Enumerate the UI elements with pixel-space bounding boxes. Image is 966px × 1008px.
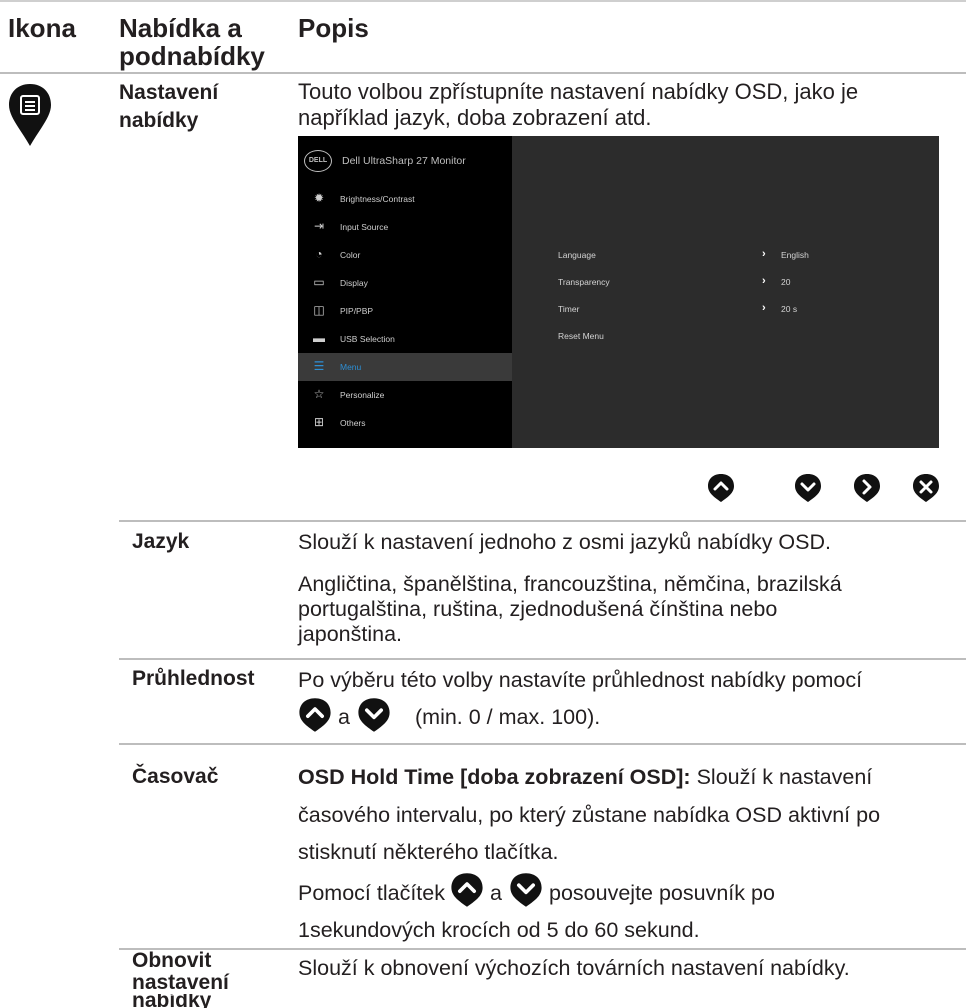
- row-term-obnovit-line1: Obnovit: [132, 949, 212, 972]
- row-term-obnovit-line2: nastavení: [132, 971, 229, 994]
- header-desc-col: Popis: [298, 13, 369, 43]
- row-casovac-line5: 1sekundových krocích od 5 do 60 sekund.: [298, 918, 700, 942]
- osd-item-input-source[interactable]: ⇥ Input Source: [298, 213, 512, 241]
- up-button-icon: [299, 698, 331, 732]
- menu-section-title-line1: Nastavení: [119, 81, 219, 104]
- exit-button-icon: [913, 474, 939, 502]
- osd-item-usb[interactable]: ▬ USB Selection: [298, 325, 512, 353]
- osd-screenshot: DELL Dell UltraSharp 27 Monitor ✹ Bright…: [298, 136, 939, 448]
- row-casovac-line1-rest: Slouží k nastavení: [690, 765, 873, 789]
- color-icon: ◔: [315, 247, 323, 261]
- header-menu-col-line2: podnabídky: [119, 41, 265, 71]
- menu-section-desc-line1: Touto volbou zpřístupníte nastavení nabí…: [298, 79, 859, 104]
- row-casovac-line4-pre: Pomocí tlačítek: [298, 881, 445, 905]
- row-pruhlednost-line1: Po výběru této volby nastavíte průhledno…: [298, 668, 863, 692]
- pip-icon: ◫: [313, 303, 325, 317]
- down-button-icon: [795, 474, 821, 502]
- chevron-right-icon: ›: [762, 248, 766, 260]
- row-casovac-line2: časového intervalu, po který zůstane nab…: [298, 803, 881, 827]
- row-jazyk-p2-line2: portugalština, ruština, zjednodušená čín…: [298, 597, 778, 621]
- row-casovac-line3: stisknutí některého tlačítka.: [298, 840, 559, 864]
- row-casovac-line4-post: posouvejte posuvník po: [549, 881, 775, 905]
- header-icon-col: Ikona: [8, 13, 76, 43]
- row-jazyk-p2-line3: japonština.: [298, 622, 402, 646]
- row-term-jazyk: Jazyk: [132, 530, 190, 553]
- row-casovac-line1: OSD Hold Time [doba zobrazení OSD]: Slou…: [298, 764, 872, 790]
- row-rule-1: [119, 520, 966, 522]
- osd-item-color[interactable]: ◔ Color: [298, 241, 512, 269]
- row-jazyk-p1: Slouží k nastavení jednoho z osmi jazyků…: [298, 530, 831, 554]
- osd-item-pip[interactable]: ◫ PIP/PBP: [298, 297, 512, 325]
- top-rule: [0, 0, 966, 2]
- osd-row-transparency[interactable]: Transparency › 20: [558, 275, 928, 291]
- osd-left-panel: DELL Dell UltraSharp 27 Monitor ✹ Bright…: [298, 136, 512, 448]
- chevron-right-icon: ›: [762, 275, 766, 287]
- brightness-icon: ✹: [313, 191, 325, 205]
- osd-item-display[interactable]: ▭ Display: [298, 269, 512, 297]
- row-pruhlednost-range: (min. 0 / max. 100).: [415, 705, 601, 729]
- row-rule-4: [119, 948, 966, 950]
- others-icon: ⊞: [313, 415, 325, 429]
- row-casovac-line4-and: a: [490, 881, 502, 905]
- menu-section-title-line2: nabídky: [119, 109, 199, 132]
- osd-row-timer[interactable]: Timer › 20 s: [558, 302, 928, 318]
- down-button-icon: [358, 698, 390, 732]
- osd-item-menu[interactable]: ☰ Menu: [298, 353, 512, 381]
- osd-hold-time-label: OSD Hold Time [doba zobrazení OSD]:: [298, 765, 691, 789]
- row-jazyk-p2-line1: Angličtina, španělština, francouzština, …: [298, 572, 842, 596]
- osd-title: Dell UltraSharp 27 Monitor: [342, 155, 466, 167]
- osd-item-personalize[interactable]: ☆ Personalize: [298, 381, 512, 409]
- display-icon: ▭: [313, 275, 325, 289]
- osd-row-reset-menu[interactable]: Reset Menu: [558, 331, 928, 345]
- osd-row-language[interactable]: Language › English: [558, 248, 928, 264]
- star-icon: ☆: [313, 387, 325, 401]
- row-rule-3: [119, 743, 966, 745]
- down-button-icon: [510, 873, 542, 907]
- input-source-icon: ⇥: [313, 219, 325, 233]
- menu-section-desc-line2: například jazyk, doba zobrazení atd.: [298, 105, 652, 130]
- menu-icon: ☰: [313, 359, 325, 373]
- row-term-obnovit-line3: nabídky: [132, 994, 212, 1008]
- osd-item-others[interactable]: ⊞ Others: [298, 409, 512, 437]
- header-menu-col-line1: Nabídka a: [119, 13, 242, 43]
- dell-logo: DELL: [304, 150, 332, 172]
- header-rule: [0, 72, 966, 74]
- row-rule-2: [119, 658, 966, 660]
- row-term-casovac: Časovač: [132, 765, 219, 788]
- menu-list-icon: [9, 84, 51, 146]
- row-term-pruhlednost: Průhlednost: [132, 667, 255, 690]
- up-button-icon: [451, 873, 483, 907]
- chevron-right-icon: ›: [762, 302, 766, 314]
- up-button-icon: [708, 474, 734, 502]
- osd-item-brightness[interactable]: ✹ Brightness/Contrast: [298, 185, 512, 213]
- right-button-icon: [854, 474, 880, 502]
- row-obnovit-desc: Slouží k obnovení výchozích továrních na…: [298, 956, 850, 980]
- row-pruhlednost-and: a: [338, 705, 350, 729]
- usb-icon: ▬: [313, 331, 325, 345]
